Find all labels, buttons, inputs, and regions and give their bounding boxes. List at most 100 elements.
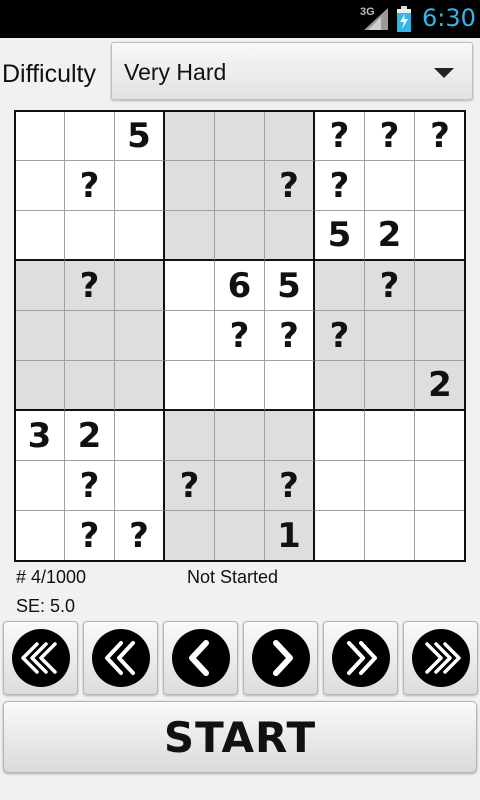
sudoku-cell-r2c7[interactable]: ? <box>315 161 365 211</box>
start-button[interactable]: START <box>3 701 477 773</box>
next-button[interactable] <box>243 621 318 695</box>
sudoku-cell-r9c4[interactable] <box>165 511 215 561</box>
sudoku-cell-r5c9[interactable] <box>415 311 465 361</box>
sudoku-cell-r7c1[interactable]: 3 <box>15 411 65 461</box>
sudoku-cell-r1c8[interactable]: ? <box>365 111 415 161</box>
sudoku-cell-r7c2[interactable]: 2 <box>65 411 115 461</box>
sudoku-cell-r6c3[interactable] <box>115 361 165 411</box>
sudoku-cell-r4c3[interactable] <box>115 261 165 311</box>
previous-button[interactable] <box>163 621 238 695</box>
sudoku-cell-r6c2[interactable] <box>65 361 115 411</box>
sudoku-cell-r1c5[interactable] <box>215 111 265 161</box>
battery-charging-icon <box>397 6 411 32</box>
double-chevron-right-icon <box>331 629 390 687</box>
sudoku-cell-r8c8[interactable] <box>365 461 415 511</box>
sudoku-cell-r9c3[interactable]: ? <box>115 511 165 561</box>
sudoku-cell-r2c4[interactable] <box>165 161 215 211</box>
sudoku-cell-r6c4[interactable] <box>165 361 215 411</box>
sudoku-cell-r7c4[interactable] <box>165 411 215 461</box>
sudoku-cell-r5c7[interactable]: ? <box>315 311 365 361</box>
sudoku-cell-r8c1[interactable] <box>15 461 65 511</box>
chevron-left-icon <box>171 629 230 687</box>
sudoku-cell-r7c9[interactable] <box>415 411 465 461</box>
sudoku-cell-r7c5[interactable] <box>215 411 265 461</box>
sudoku-cell-r2c2[interactable]: ? <box>65 161 115 211</box>
sudoku-cell-r5c1[interactable] <box>15 311 65 361</box>
sudoku-cell-r7c7[interactable] <box>315 411 365 461</box>
difficulty-dropdown[interactable]: Very Hard <box>111 42 473 100</box>
difficulty-label: Difficulty <box>2 60 97 88</box>
sudoku-cell-r1c6[interactable] <box>265 111 315 161</box>
back-ten-button[interactable] <box>83 621 158 695</box>
sudoku-cell-r4c6[interactable]: 5 <box>265 261 315 311</box>
sudoku-cell-r8c5[interactable] <box>215 461 265 511</box>
sudoku-cell-r3c1[interactable] <box>15 211 65 261</box>
sudoku-cell-r9c8[interactable] <box>365 511 415 561</box>
sudoku-cell-r2c9[interactable] <box>415 161 465 211</box>
sudoku-cell-r6c6[interactable] <box>265 361 315 411</box>
forward-ten-button[interactable] <box>323 621 398 695</box>
sudoku-cell-r4c9[interactable] <box>415 261 465 311</box>
sudoku-cell-r2c8[interactable] <box>365 161 415 211</box>
double-chevron-left-icon <box>91 629 150 687</box>
sudoku-cell-r5c4[interactable] <box>165 311 215 361</box>
sudoku-cell-r7c6[interactable] <box>265 411 315 461</box>
sudoku-cell-r8c2[interactable]: ? <box>65 461 115 511</box>
sudoku-cell-r5c6[interactable]: ? <box>265 311 315 361</box>
sudoku-cell-r3c2[interactable] <box>65 211 115 261</box>
sudoku-cell-r8c6[interactable]: ? <box>265 461 315 511</box>
sudoku-cell-r9c1[interactable] <box>15 511 65 561</box>
sudoku-cell-r4c7[interactable] <box>315 261 365 311</box>
last-puzzle-button[interactable] <box>403 621 478 695</box>
sudoku-cell-r1c2[interactable] <box>65 111 115 161</box>
sudoku-cell-r9c2[interactable]: ? <box>65 511 115 561</box>
sudoku-cell-r2c1[interactable] <box>15 161 65 211</box>
start-button-label: START <box>163 712 317 762</box>
sudoku-cell-r9c9[interactable] <box>415 511 465 561</box>
sudoku-cell-r6c7[interactable] <box>315 361 365 411</box>
sudoku-cell-r1c9[interactable]: ? <box>415 111 465 161</box>
sudoku-cell-r2c5[interactable] <box>215 161 265 211</box>
sudoku-cell-r3c4[interactable] <box>165 211 215 261</box>
sudoku-cell-r6c1[interactable] <box>15 361 65 411</box>
sudoku-cell-r4c8[interactable]: ? <box>365 261 415 311</box>
sudoku-cell-r5c5[interactable]: ? <box>215 311 265 361</box>
sudoku-cell-r2c6[interactable]: ? <box>265 161 315 211</box>
sudoku-cell-r3c6[interactable] <box>265 211 315 261</box>
sudoku-cell-r3c8[interactable]: 2 <box>365 211 415 261</box>
sudoku-cell-r6c5[interactable] <box>215 361 265 411</box>
sudoku-cell-r3c3[interactable] <box>115 211 165 261</box>
sudoku-cell-r8c7[interactable] <box>315 461 365 511</box>
sudoku-cell-r4c4[interactable] <box>165 261 215 311</box>
sudoku-cell-r4c2[interactable]: ? <box>65 261 115 311</box>
sudoku-cell-r1c3[interactable]: 5 <box>115 111 165 161</box>
status-bar: 3G 6:30 <box>0 0 480 38</box>
sudoku-cell-r1c4[interactable] <box>165 111 215 161</box>
sudoku-cell-r9c7[interactable] <box>315 511 365 561</box>
sudoku-cell-r8c4[interactable]: ? <box>165 461 215 511</box>
sudoku-cell-r3c9[interactable] <box>415 211 465 261</box>
sudoku-cell-r5c8[interactable] <box>365 311 415 361</box>
sudoku-cell-r5c3[interactable] <box>115 311 165 361</box>
sudoku-cell-r2c3[interactable] <box>115 161 165 211</box>
sudoku-cell-r3c7[interactable]: 5 <box>315 211 365 261</box>
sudoku-cell-r9c5[interactable] <box>215 511 265 561</box>
sudoku-cell-r7c3[interactable] <box>115 411 165 461</box>
sudoku-cell-r1c1[interactable] <box>15 111 65 161</box>
puzzle-number: # 4/1000 <box>16 567 87 587</box>
sudoku-cell-r4c1[interactable] <box>15 261 65 311</box>
chevron-right-icon <box>251 629 310 687</box>
signal-icon <box>364 8 388 30</box>
sudoku-cell-r6c9[interactable]: 2 <box>415 361 465 411</box>
sudoku-cell-r4c5[interactable]: 6 <box>215 261 265 311</box>
sudoku-cell-r9c6[interactable]: 1 <box>265 511 315 561</box>
sudoku-board[interactable]: 5?????? 5 2? 6 5???? 2 3 2????? 1 <box>15 111 465 561</box>
sudoku-cell-r3c5[interactable] <box>215 211 265 261</box>
first-puzzle-button[interactable] <box>3 621 78 695</box>
sudoku-cell-r5c2[interactable] <box>65 311 115 361</box>
sudoku-cell-r1c7[interactable]: ? <box>315 111 365 161</box>
sudoku-cell-r8c9[interactable] <box>415 461 465 511</box>
sudoku-cell-r8c3[interactable] <box>115 461 165 511</box>
sudoku-cell-r6c8[interactable] <box>365 361 415 411</box>
sudoku-cell-r7c8[interactable] <box>365 411 415 461</box>
